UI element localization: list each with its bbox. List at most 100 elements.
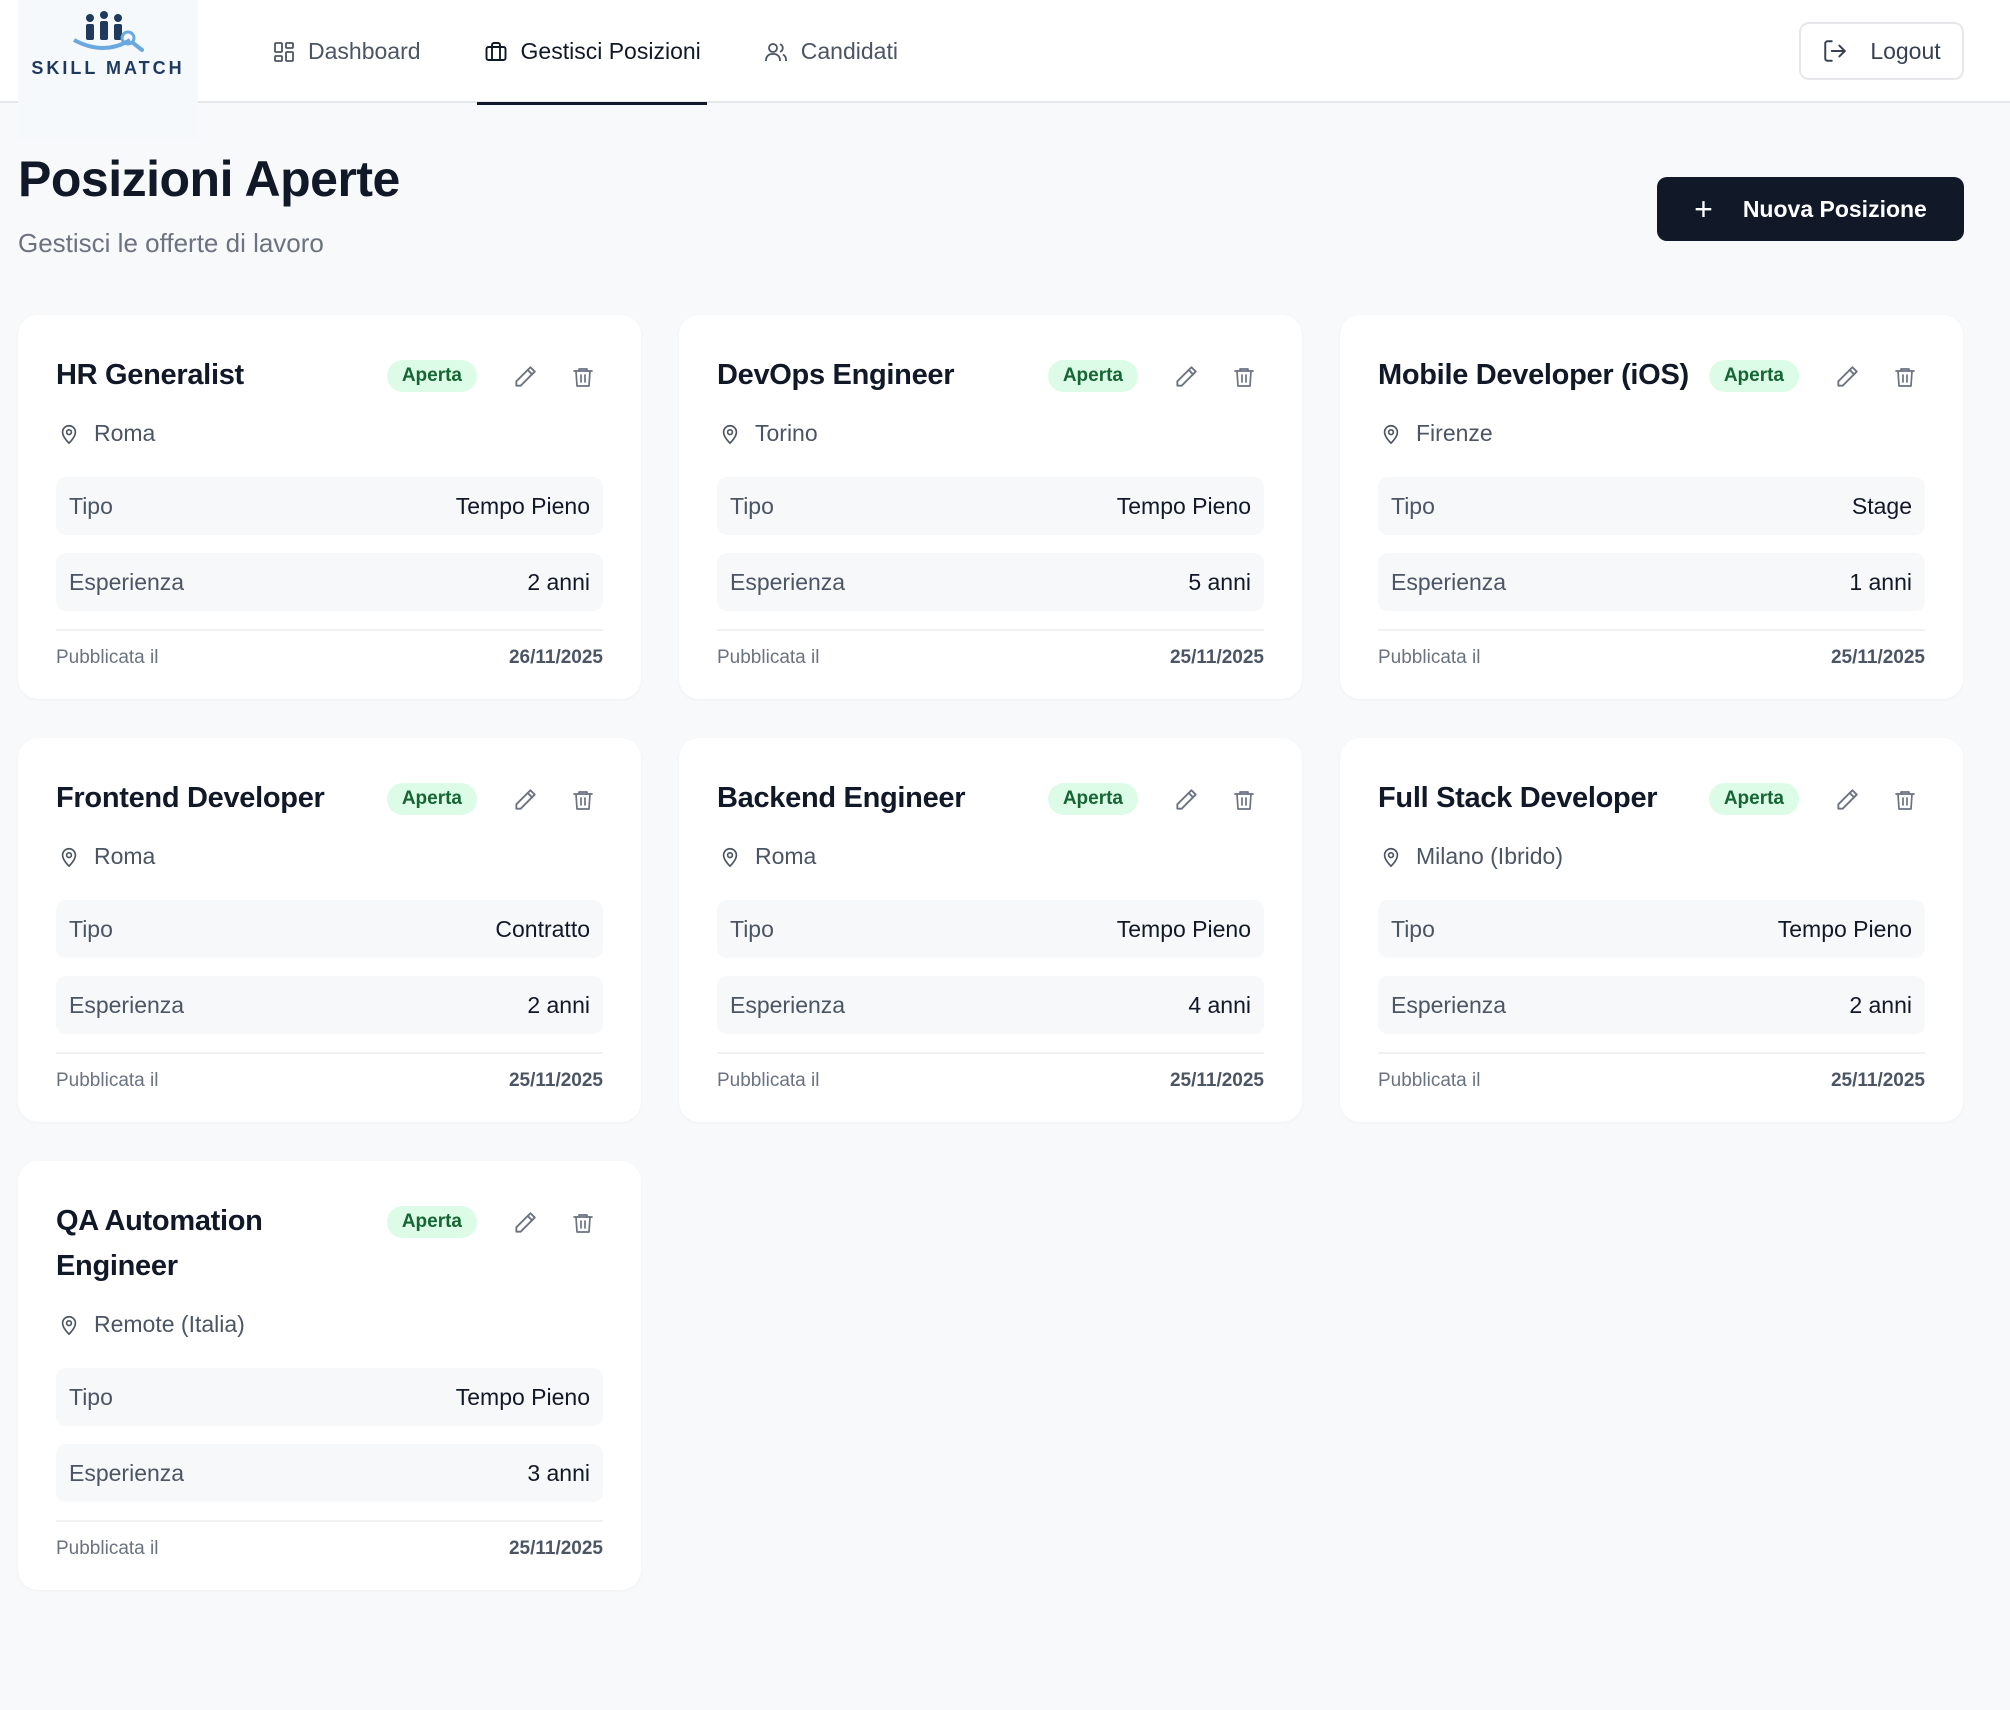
edit-button[interactable] [1166, 357, 1206, 397]
trash-icon [1895, 791, 1915, 810]
edit-button[interactable] [1827, 357, 1867, 397]
position-title: Full Stack Developer [1378, 782, 1658, 814]
logout-button[interactable]: Logout [1799, 22, 1964, 80]
tipo-value: Tempo Pieno [1116, 915, 1251, 942]
published-date: 25/11/2025 [508, 1070, 603, 1091]
esperienza-value: 1 anni [1849, 568, 1912, 595]
nav-label-gestisci-posizioni: Gestisci Posizioni [520, 38, 701, 64]
card-footer: Pubblicata il 25/11/2025 [56, 1052, 603, 1092]
nav-item-gestisci-posizioni[interactable]: Gestisci Posizioni [476, 0, 707, 105]
detail-row-esperienza: Esperienza 2 anni [56, 976, 603, 1034]
esperienza-label: Esperienza [69, 1459, 185, 1486]
nav-item-candidati[interactable]: Candidati [757, 0, 904, 103]
nav-item-dashboard[interactable]: Dashboard [266, 0, 427, 103]
location: Torino [717, 420, 1264, 447]
published-date: 25/11/2025 [1830, 1070, 1925, 1091]
pencil-icon [1837, 366, 1858, 387]
detail-row-esperienza: Esperienza 5 anni [717, 553, 1264, 611]
delete-button[interactable] [563, 1203, 603, 1243]
position-title: Backend Engineer [717, 782, 966, 814]
delete-button[interactable] [563, 357, 603, 397]
logout-label: Logout [1870, 37, 1941, 64]
position-title: Frontend Developer [56, 782, 325, 814]
detail-row-tipo: Tipo Contratto [56, 900, 603, 958]
location: Roma [56, 843, 603, 870]
page-title: Posizioni Aperte [18, 151, 400, 207]
nav-label-dashboard: Dashboard [308, 38, 421, 64]
details: Tipo Tempo Pieno Esperienza 5 anni [717, 477, 1264, 611]
delete-button[interactable] [1885, 780, 1925, 820]
card-footer: Pubblicata il 25/11/2025 [1378, 1052, 1925, 1092]
details: Tipo Contratto Esperienza 2 anni [56, 900, 603, 1034]
card-header: QA Automation Engineer Aperta [56, 1199, 603, 1289]
delete-button[interactable] [1224, 357, 1264, 397]
tipo-label: Tipo [69, 1383, 113, 1410]
card-footer: Pubblicata il 25/11/2025 [56, 1520, 603, 1560]
trash-icon [573, 1214, 593, 1233]
details: Tipo Tempo Pieno Esperienza 4 anni [717, 900, 1264, 1034]
location-text: Torino [755, 420, 818, 446]
card-header: Backend Engineer Aperta [717, 776, 1264, 821]
detail-row-tipo: Tipo Tempo Pieno [717, 900, 1264, 958]
details: Tipo Tempo Pieno Esperienza 2 anni [56, 477, 603, 611]
card-header: HR Generalist Aperta [56, 353, 603, 398]
status-badge: Aperta [1708, 783, 1799, 815]
tipo-value: Tempo Pieno [455, 1383, 590, 1410]
trash-icon [573, 368, 593, 387]
esperienza-value: 2 anni [527, 991, 590, 1018]
location: Roma [717, 843, 1264, 870]
card-header: DevOps Engineer Aperta [717, 353, 1264, 398]
app-logo[interactable]: SKILL MATCH [18, 0, 198, 141]
main-nav: Dashboard Gestisci Posizioni Candidati [266, 0, 954, 105]
esperienza-value: 4 anni [1188, 991, 1251, 1018]
published-label: Pubblicata il [717, 1070, 820, 1091]
delete-button[interactable] [1224, 780, 1264, 820]
details: Tipo Tempo Pieno Esperienza 3 anni [56, 1368, 603, 1502]
card-header: Mobile Developer (iOS) Aperta [1378, 353, 1925, 398]
tipo-label: Tipo [69, 915, 113, 942]
location-text: Firenze [1416, 420, 1493, 446]
status-badge: Aperta [386, 1206, 477, 1238]
map-pin-icon [722, 847, 738, 867]
map-pin-icon [61, 424, 77, 444]
trash-icon [573, 791, 593, 810]
delete-button[interactable] [1885, 357, 1925, 397]
tipo-value: Tempo Pieno [1116, 492, 1251, 519]
detail-row-tipo: Tipo Tempo Pieno [717, 477, 1264, 535]
new-position-label: Nuova Posizione [1742, 195, 1927, 222]
detail-row-esperienza: Esperienza 2 anni [56, 553, 603, 611]
location: Firenze [1378, 420, 1925, 447]
detail-row-tipo: Tipo Stage [1378, 477, 1925, 535]
location-text: Roma [755, 843, 817, 869]
detail-row-tipo: Tipo Tempo Pieno [56, 477, 603, 535]
trash-icon [1234, 791, 1254, 810]
position-title: Mobile Developer (iOS) [1378, 359, 1689, 391]
esperienza-value: 2 anni [1849, 991, 1912, 1018]
new-position-button[interactable]: + Nuova Posizione [1657, 177, 1964, 241]
tipo-value: Tempo Pieno [455, 492, 590, 519]
esperienza-label: Esperienza [1391, 991, 1507, 1018]
edit-button[interactable] [1827, 780, 1867, 820]
details: Tipo Tempo Pieno Esperienza 2 anni [1378, 900, 1925, 1034]
status-badge: Aperta [386, 783, 477, 815]
grid-icon [274, 41, 294, 62]
edit-button[interactable] [505, 1203, 545, 1243]
edit-button[interactable] [505, 357, 545, 397]
details: Tipo Stage Esperienza 1 anni [1378, 477, 1925, 611]
pencil-icon [515, 1212, 536, 1233]
map-pin-icon [61, 847, 77, 867]
tipo-value: Tempo Pieno [1777, 915, 1912, 942]
tipo-label: Tipo [1391, 915, 1435, 942]
tipo-value: Contratto [495, 915, 590, 942]
tipo-value: Stage [1851, 492, 1912, 519]
detail-row-esperienza: Esperienza 4 anni [717, 976, 1264, 1034]
card-footer: Pubblicata il 25/11/2025 [1378, 629, 1925, 669]
delete-button[interactable] [563, 780, 603, 820]
logo-text: SKILL MATCH [31, 58, 185, 78]
esperienza-value: 5 anni [1188, 568, 1251, 595]
published-label: Pubblicata il [1378, 647, 1481, 668]
edit-button[interactable] [505, 780, 545, 820]
pencil-icon [515, 789, 536, 810]
tipo-label: Tipo [69, 492, 113, 519]
edit-button[interactable] [1166, 780, 1206, 820]
